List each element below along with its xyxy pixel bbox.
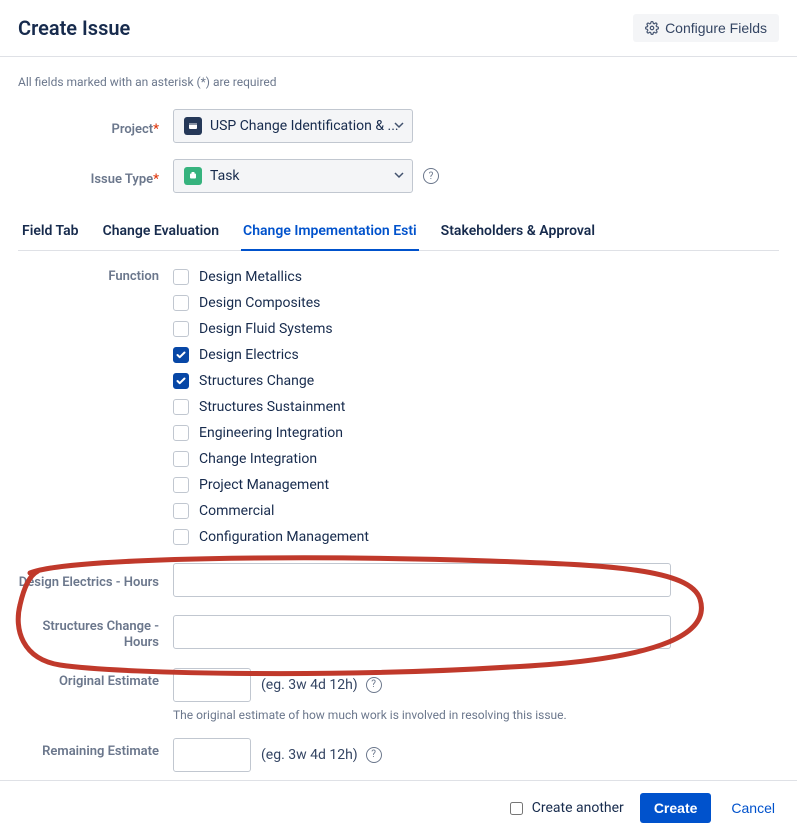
tab-change-implementation-esti[interactable]: Change Impementation Esti	[241, 215, 419, 251]
function-checkbox[interactable]	[173, 295, 189, 311]
help-icon[interactable]: ?	[366, 747, 382, 763]
function-checkbox[interactable]	[173, 529, 189, 545]
help-icon[interactable]: ?	[366, 677, 382, 693]
function-checkbox-label: Design Electrics	[199, 347, 299, 363]
required-asterisk: *	[153, 122, 159, 137]
create-another-checkbox[interactable]	[510, 802, 523, 815]
create-issue-dialog: Create Issue Configure Fields All fields…	[0, 0, 797, 835]
create-button[interactable]: Create	[640, 793, 712, 823]
function-checkbox[interactable]	[173, 347, 189, 363]
gear-icon	[645, 21, 659, 35]
checkbox-row: Design Electrics	[173, 345, 779, 365]
function-checkbox-label: Design Metallics	[199, 269, 302, 285]
function-checkbox[interactable]	[173, 451, 189, 467]
function-options: Design Metallics Design Composites Design …	[173, 267, 779, 547]
remaining-estimate-hint: (eg. 3w 4d 12h) ?	[261, 747, 382, 763]
field-row-project: Project* USP Change Identification & ...	[18, 109, 779, 143]
function-label: Function	[18, 267, 173, 284]
remaining-estimate-label: Remaining Estimate	[18, 738, 173, 759]
function-checkbox-label: Project Management	[199, 477, 329, 493]
function-checkbox-label: Structures Sustainment	[199, 399, 345, 415]
dialog-body[interactable]: All fields marked with an asterisk (*) a…	[0, 57, 797, 780]
dialog-header: Create Issue Configure Fields	[0, 0, 797, 56]
checkbox-row: Change Integration	[173, 449, 779, 469]
project-select[interactable]: USP Change Identification & ...	[173, 109, 413, 143]
original-estimate-input[interactable]	[173, 668, 251, 702]
help-icon[interactable]: ?	[423, 168, 439, 184]
design-electrics-hours-input[interactable]	[173, 563, 671, 597]
design-electrics-hours-label: Design Electrics - Hours	[18, 569, 173, 591]
function-checkbox[interactable]	[173, 321, 189, 337]
checkbox-row: Design Fluid Systems	[173, 319, 779, 339]
issue-type-select[interactable]: Task	[173, 159, 413, 193]
chevron-down-icon	[394, 118, 404, 134]
create-another-label: Create another	[532, 800, 624, 816]
structures-change-hours-input[interactable]	[173, 615, 671, 649]
original-estimate-hint: (eg. 3w 4d 12h) ?	[261, 677, 382, 693]
function-checkbox[interactable]	[173, 399, 189, 415]
tab-stakeholders-approval[interactable]: Stakeholders & Approval	[439, 215, 597, 251]
field-row-structures-change-hours: Structures Change - Hours	[18, 613, 779, 652]
create-another-option[interactable]: Create another	[506, 799, 624, 818]
checkbox-row: Commercial	[173, 501, 779, 521]
checkbox-row: Engineering Integration	[173, 423, 779, 443]
checkbox-row: Structures Sustainment	[173, 397, 779, 417]
function-checkbox[interactable]	[173, 503, 189, 519]
function-checkbox-label: Change Integration	[199, 451, 317, 467]
cancel-button[interactable]: Cancel	[727, 794, 779, 822]
checkbox-row: Design Composites	[173, 293, 779, 313]
chevron-down-icon	[394, 168, 404, 184]
remaining-estimate-input[interactable]	[173, 738, 251, 772]
function-checkbox[interactable]	[173, 269, 189, 285]
tab-change-evaluation[interactable]: Change Evaluation	[101, 215, 221, 251]
field-row-function: Function Design Metallics Design Composit…	[18, 267, 779, 547]
function-checkbox-label: Commercial	[199, 503, 274, 519]
required-asterisk: *	[153, 172, 159, 187]
project-label: Project*	[18, 116, 173, 137]
task-icon	[184, 167, 202, 185]
checkbox-row: Project Management	[173, 475, 779, 495]
tab-bar: Field Tab Change Evaluation Change Impem…	[18, 215, 779, 251]
structures-change-hours-label: Structures Change - Hours	[18, 613, 173, 652]
field-row-issue-type: Issue Type* Task ?	[18, 159, 779, 193]
function-checkbox-label: Structures Change	[199, 373, 314, 389]
function-checkbox-label: Engineering Integration	[199, 425, 343, 441]
issue-type-value: Task	[210, 168, 240, 184]
issue-type-label: Issue Type*	[18, 166, 173, 187]
checkbox-row: Configuration Management	[173, 527, 779, 547]
function-checkbox[interactable]	[173, 425, 189, 441]
function-checkbox-label: Design Fluid Systems	[199, 321, 333, 337]
field-row-design-electrics-hours: Design Electrics - Hours	[18, 563, 779, 597]
dialog-title: Create Issue	[18, 16, 130, 40]
function-checkbox[interactable]	[173, 477, 189, 493]
project-icon	[184, 117, 202, 135]
checkbox-row: Structures Change	[173, 371, 779, 391]
project-value: USP Change Identification & ...	[210, 118, 399, 134]
tab-field-tab[interactable]: Field Tab	[20, 215, 81, 251]
required-fields-note: All fields marked with an asterisk (*) a…	[18, 75, 779, 89]
dynamic-hours-region: Design Electrics - Hours Structures Chan…	[18, 563, 779, 652]
field-row-original-estimate: Original Estimate (eg. 3w 4d 12h) ? The …	[18, 668, 779, 722]
remaining-estimate-desc: An estimate of how much work remains unt…	[173, 778, 779, 781]
original-estimate-desc: The original estimate of how much work i…	[173, 708, 779, 722]
field-row-remaining-estimate: Remaining Estimate (eg. 3w 4d 12h) ? An …	[18, 738, 779, 781]
configure-fields-button[interactable]: Configure Fields	[633, 14, 779, 42]
original-estimate-label: Original Estimate	[18, 668, 173, 689]
checkbox-row: Design Metallics	[173, 267, 779, 287]
function-checkbox-label: Configuration Management	[199, 529, 369, 545]
function-checkbox-label: Design Composites	[199, 295, 320, 311]
configure-fields-label: Configure Fields	[665, 20, 767, 36]
function-checkbox[interactable]	[173, 373, 189, 389]
dialog-footer: Create another Create Cancel	[0, 780, 797, 835]
